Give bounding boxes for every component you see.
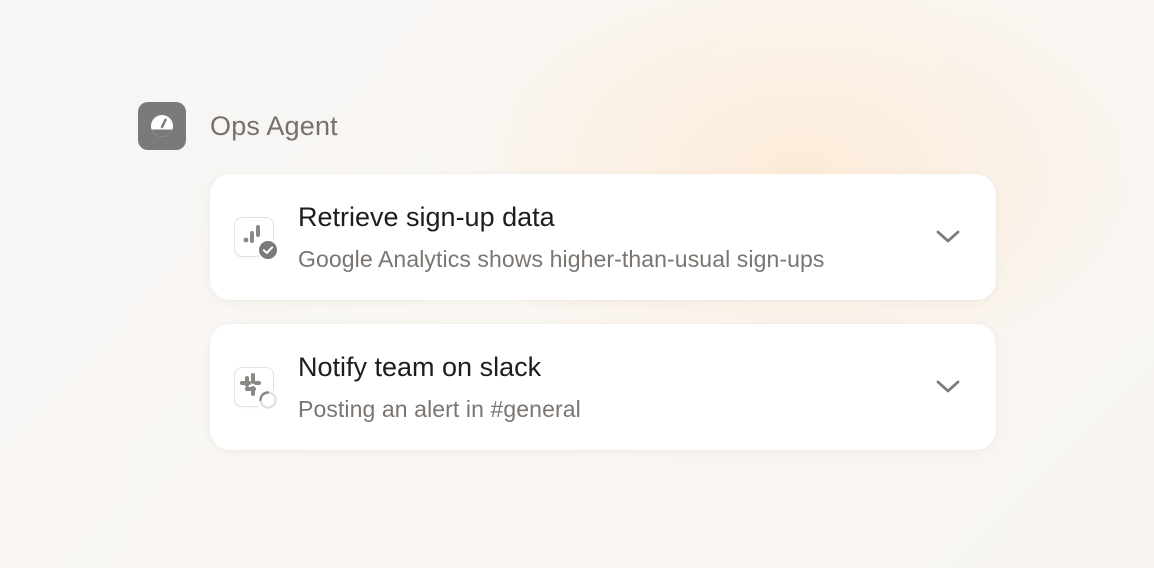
task-card-notify-team-slack[interactable]: Notify team on slack Posting an alert in… xyxy=(210,324,996,450)
chevron-down-icon xyxy=(936,380,960,393)
expand-button[interactable] xyxy=(932,221,964,253)
agent-name: Ops Agent xyxy=(210,110,338,141)
task-title: Retrieve sign-up data xyxy=(298,202,555,232)
task-subtitle: Posting an alert in #general xyxy=(298,396,581,422)
check-circle-icon xyxy=(259,241,277,259)
tool-icon-container xyxy=(234,367,279,411)
loading-spinner-icon xyxy=(259,391,277,409)
task-subtitle: Google Analytics shows higher-than-usual… xyxy=(298,246,825,272)
agent-header: Ops Agent xyxy=(138,102,338,150)
status-badge-in-progress xyxy=(257,389,279,411)
expand-button[interactable] xyxy=(932,371,964,403)
task-card-retrieve-signup-data[interactable]: Retrieve sign-up data Google Analytics s… xyxy=(210,174,996,300)
agent-avatar xyxy=(138,102,186,150)
status-badge-complete xyxy=(257,239,279,261)
task-title: Notify team on slack xyxy=(298,352,542,382)
tool-icon-container xyxy=(234,217,279,261)
gauge-icon xyxy=(151,115,173,137)
chevron-down-icon xyxy=(936,230,960,243)
